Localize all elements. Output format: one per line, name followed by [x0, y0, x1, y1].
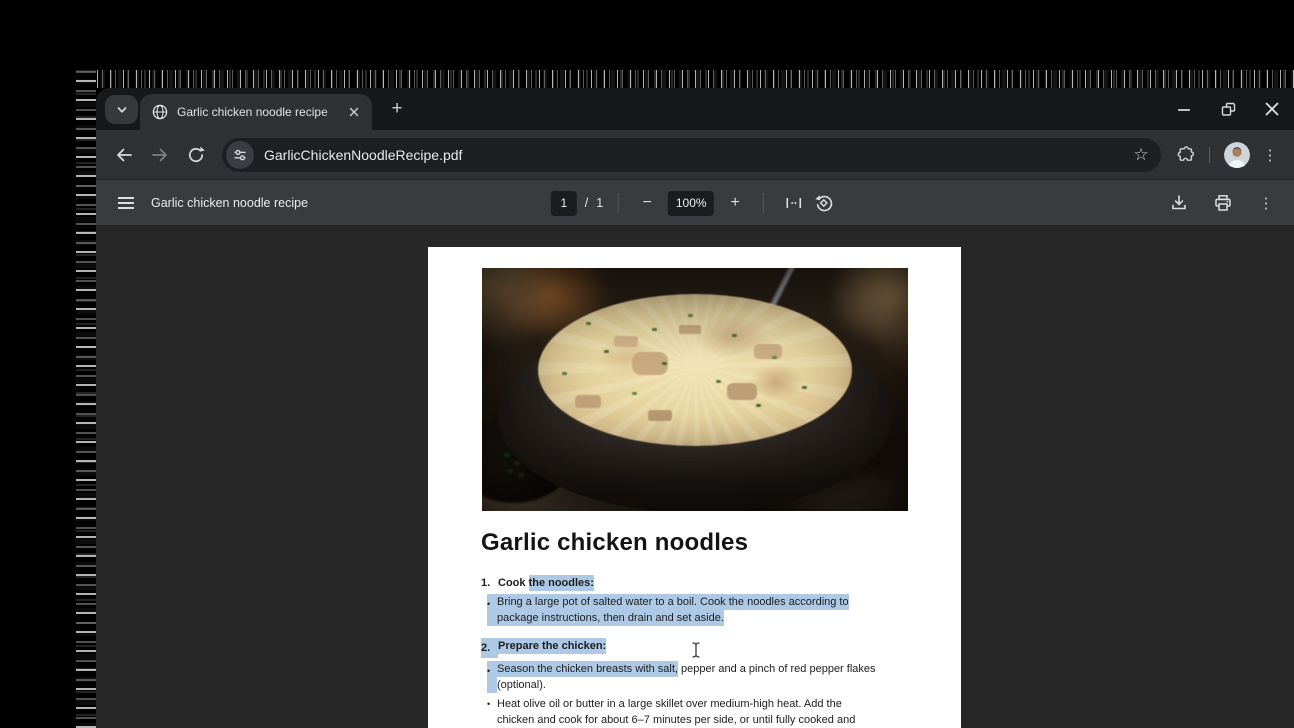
photo-vignette — [482, 268, 908, 511]
page-number-input[interactable] — [550, 190, 577, 216]
video-noise-left — [76, 70, 96, 728]
hamburger-icon — [118, 196, 134, 209]
window-controls — [1176, 88, 1280, 130]
bookmark-star-button[interactable]: ☆ — [1127, 141, 1155, 169]
reload-button[interactable] — [178, 137, 214, 173]
restore-icon — [1221, 102, 1235, 116]
pdf-menu-button[interactable] — [109, 186, 143, 220]
toolbar-divider — [763, 193, 765, 213]
download-button[interactable] — [1164, 188, 1194, 218]
tab-search-button[interactable] — [105, 95, 138, 124]
list-item-text: Bring a large pot of salted water to a b… — [497, 594, 849, 626]
tab-close-button[interactable] — [344, 102, 364, 122]
zoom-in-button[interactable]: + — [722, 190, 748, 216]
tab-title: Garlic chicken noodle recipe — [177, 105, 328, 119]
globe-favicon-icon — [152, 104, 168, 120]
download-icon — [1172, 195, 1186, 210]
fit-to-width-button[interactable] — [779, 188, 809, 218]
reload-icon — [188, 146, 205, 162]
list-marker: • — [487, 699, 491, 709]
back-arrow-icon — [117, 148, 132, 161]
page-separator: / — [584, 196, 589, 210]
rotate-ccw-icon — [815, 195, 833, 212]
close-icon — [1265, 102, 1279, 116]
avatar-photo — [1224, 141, 1250, 168]
browser-window: Garlic chicken noodle recipe + GarlicChi… — [96, 88, 1294, 728]
tune-sliders-icon — [234, 149, 246, 160]
list-item-text: Cook the noodles: — [498, 575, 594, 591]
recipe-step-heading[interactable]: 1. Cook the noodles: — [481, 575, 901, 591]
recipe-photo — [482, 268, 908, 511]
new-tab-button[interactable]: + — [384, 97, 410, 123]
pdf-toolbar: Garlic chicken noodle recipe / 1 − 100% … — [96, 179, 1294, 225]
list-marker: 2. — [481, 638, 498, 658]
toolbar-right-group: ⋮ — [1169, 139, 1284, 171]
recipe-bullet-item[interactable]: • Season the chicken breasts with salt, p… — [481, 661, 901, 693]
pdf-right-controls: ⋮ — [1164, 180, 1280, 226]
list-marker: • — [487, 661, 497, 693]
window-minimize-button[interactable] — [1176, 101, 1192, 117]
pdf-page[interactable]: Garlic chicken noodles 1. Cook the noodle… — [428, 247, 961, 728]
forward-arrow-icon — [152, 148, 167, 161]
browser-toolbar: GarlicChickenNoodleRecipe.pdf ☆ ⋮ — [96, 130, 1294, 179]
toolbar-divider — [1209, 146, 1210, 163]
zoom-out-button[interactable]: − — [634, 190, 660, 216]
rotate-button[interactable] — [809, 188, 839, 218]
print-button[interactable] — [1208, 188, 1238, 218]
list-item-text: Season the chicken breasts with salt, pe… — [497, 661, 876, 691]
video-noise-top — [84, 70, 1294, 88]
window-restore-button[interactable] — [1220, 101, 1236, 117]
window-close-button[interactable] — [1264, 101, 1280, 117]
pdf-document-title: Garlic chicken noodle recipe — [151, 195, 309, 210]
screen: Garlic chicken noodle recipe + GarlicChi… — [0, 0, 1294, 728]
list-item-text: Heat olive oil or butter in a large skil… — [497, 698, 856, 726]
toolbar-divider — [618, 193, 620, 213]
print-icon — [1215, 195, 1231, 211]
chevron-down-icon — [117, 106, 126, 113]
url-text[interactable]: GarlicChickenNoodleRecipe.pdf — [264, 147, 1127, 163]
extensions-button[interactable] — [1169, 139, 1201, 171]
pdf-viewer[interactable]: Garlic chicken noodles 1. Cook the noodle… — [96, 225, 1294, 728]
list-marker: • — [487, 594, 497, 626]
browser-menu-button[interactable]: ⋮ — [1256, 140, 1284, 170]
close-icon — [349, 107, 359, 117]
fit-width-icon — [786, 198, 802, 208]
zoom-level[interactable]: 100% — [668, 190, 715, 216]
forward-button[interactable] — [142, 137, 178, 173]
list-marker: 1. — [481, 577, 491, 589]
tab-garlic-chicken-noodle-recipe[interactable]: Garlic chicken noodle recipe — [140, 94, 372, 130]
recipe-heading: Garlic chicken noodles — [481, 529, 749, 556]
pdf-center-controls: / 1 − 100% + — [550, 180, 839, 226]
profile-avatar[interactable] — [1224, 141, 1250, 168]
text-cursor-ibeam — [692, 642, 700, 658]
back-button[interactable] — [106, 137, 142, 173]
page-total: 1 — [596, 196, 604, 210]
recipe-bullet-item[interactable]: • Heat olive oil or butter in a large ski… — [481, 696, 901, 728]
minimize-icon — [1178, 109, 1190, 111]
pdf-more-options-button[interactable]: ⋮ — [1252, 188, 1280, 218]
puzzle-piece-icon — [1177, 146, 1194, 161]
tab-strip: Garlic chicken noodle recipe + — [96, 88, 1294, 130]
recipe-bullet-item[interactable]: • Bring a large pot of salted water to a … — [481, 594, 901, 626]
site-settings-button[interactable] — [226, 140, 254, 169]
address-bar[interactable]: GarlicChickenNoodleRecipe.pdf ☆ — [222, 137, 1161, 172]
